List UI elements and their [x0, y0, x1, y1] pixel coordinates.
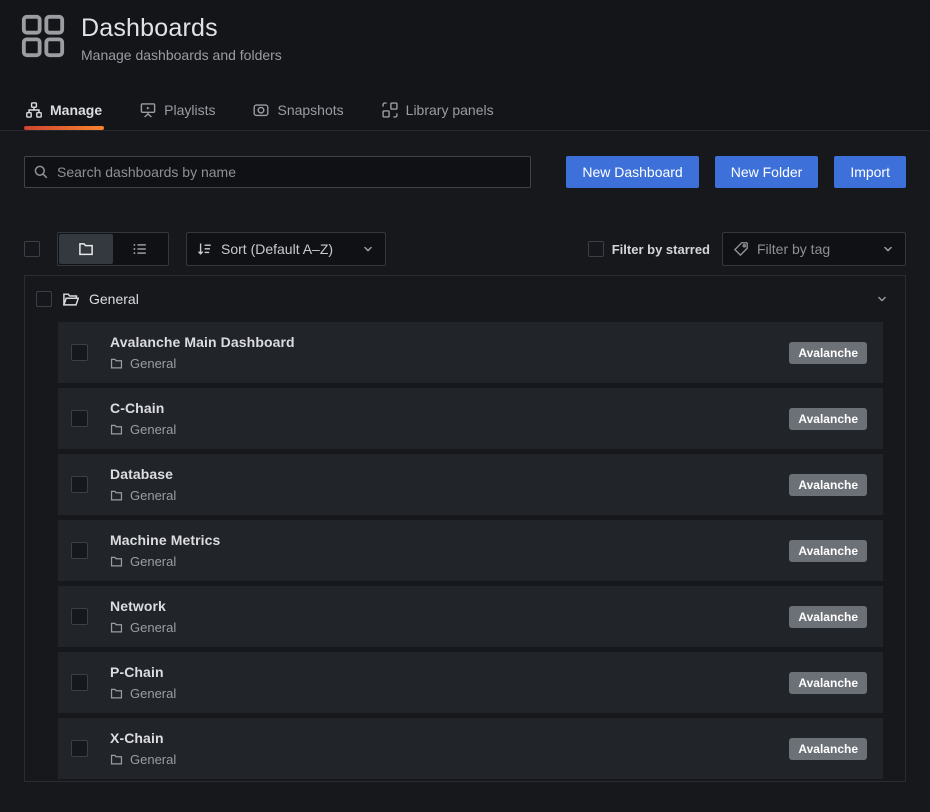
presentation-icon [140, 102, 156, 118]
dashboard-title[interactable]: Network [110, 598, 176, 614]
search-input[interactable] [57, 164, 522, 180]
tag-badge[interactable]: Avalanche [789, 738, 867, 760]
list-view-button[interactable] [113, 234, 167, 264]
folder-name: General [89, 291, 139, 307]
tab-manage[interactable]: Manage [24, 94, 104, 130]
folder-open-icon [62, 291, 79, 308]
filter-starred-checkbox[interactable] [588, 241, 604, 257]
dashboard-title[interactable]: X-Chain [110, 730, 176, 746]
tag-badge[interactable]: Avalanche [789, 408, 867, 430]
dashboard-row[interactable]: C-Chain General Avalanche [58, 388, 883, 449]
tag-badge[interactable]: Avalanche [789, 606, 867, 628]
sitemap-icon [26, 102, 42, 118]
dashboard-folder: General [130, 356, 176, 371]
select-all-checkbox[interactable] [24, 241, 40, 257]
page-header: Dashboards Manage dashboards and folders… [0, 0, 930, 131]
dashboards-section: General Avalanche Main Dashboard General [24, 275, 906, 782]
camera-icon [253, 102, 269, 118]
dashboard-folder: General [130, 422, 176, 437]
tab-snapshots[interactable]: Snapshots [251, 94, 345, 130]
library-panel-icon [382, 102, 398, 118]
tag-badge[interactable]: Avalanche [789, 342, 867, 364]
tag-badge[interactable]: Avalanche [789, 540, 867, 562]
folder-icon [110, 489, 123, 502]
dashboard-title[interactable]: Database [110, 466, 176, 482]
row-checkbox[interactable] [71, 542, 88, 559]
folder-icon [78, 241, 94, 257]
tab-label: Library panels [406, 102, 494, 118]
row-checkbox[interactable] [71, 344, 88, 361]
tab-label: Playlists [164, 102, 215, 118]
new-folder-button[interactable]: New Folder [715, 156, 819, 188]
dashboard-row[interactable]: Network General Avalanche [58, 586, 883, 647]
dashboard-row[interactable]: Database General Avalanche [58, 454, 883, 515]
apps-icon [20, 13, 66, 63]
dashboard-title[interactable]: P-Chain [110, 664, 176, 680]
folder-icon [110, 621, 123, 634]
dashboard-rows: Avalanche Main Dashboard General Avalanc… [25, 322, 905, 782]
search-icon [33, 164, 49, 180]
folder-checkbox[interactable] [36, 291, 52, 307]
dashboard-row[interactable]: P-Chain General Avalanche [58, 652, 883, 713]
tag-icon [733, 241, 749, 257]
dashboard-folder: General [130, 752, 176, 767]
sort-select[interactable]: Sort (Default A–Z) [186, 232, 386, 266]
sort-select-value: Sort (Default A–Z) [221, 241, 333, 257]
page-title: Dashboards [81, 13, 282, 43]
view-toggle [57, 232, 169, 266]
active-tab-underline [24, 126, 104, 130]
folder-icon [110, 357, 123, 370]
row-checkbox[interactable] [71, 740, 88, 757]
chevron-down-icon[interactable] [875, 292, 889, 306]
content: New Dashboard New Folder Import [0, 156, 930, 782]
sort-amount-icon [197, 241, 213, 257]
dashboard-title[interactable]: Avalanche Main Dashboard [110, 334, 295, 350]
folder-view-button[interactable] [59, 234, 113, 264]
dashboard-title[interactable]: Machine Metrics [110, 532, 220, 548]
folder-icon [110, 753, 123, 766]
folder-icon [110, 687, 123, 700]
list-icon [132, 241, 148, 257]
row-checkbox[interactable] [71, 608, 88, 625]
dashboard-folder: General [130, 620, 176, 635]
row-checkbox[interactable] [71, 674, 88, 691]
tab-bar: Manage Playlists Snapshots [0, 94, 930, 130]
tag-badge[interactable]: Avalanche [789, 672, 867, 694]
filter-row: Sort (Default A–Z) Filter by starred Fil… [24, 232, 906, 266]
dashboard-row[interactable]: X-Chain General Avalanche [58, 718, 883, 779]
new-dashboard-button[interactable]: New Dashboard [566, 156, 698, 188]
chevron-down-icon [361, 242, 375, 256]
tab-label: Manage [50, 102, 102, 118]
dashboard-row[interactable]: Avalanche Main Dashboard General Avalanc… [58, 322, 883, 383]
dashboard-folder: General [130, 686, 176, 701]
filter-starred-label[interactable]: Filter by starred [612, 242, 710, 257]
search-box [24, 156, 531, 188]
dashboard-folder: General [130, 554, 176, 569]
folder-icon [110, 555, 123, 568]
filter-tag-select[interactable]: Filter by tag [722, 232, 906, 266]
tag-badge[interactable]: Avalanche [789, 474, 867, 496]
filter-starred-group: Filter by starred [588, 241, 710, 257]
tab-label: Snapshots [277, 102, 343, 118]
tab-playlists[interactable]: Playlists [138, 94, 217, 130]
page-subtitle: Manage dashboards and folders [81, 47, 282, 63]
chevron-down-icon [881, 242, 895, 256]
dashboard-row[interactable]: Machine Metrics General Avalanche [58, 520, 883, 581]
dashboard-folder: General [130, 488, 176, 503]
dashboard-title[interactable]: C-Chain [110, 400, 176, 416]
row-checkbox[interactable] [71, 476, 88, 493]
folder-section-header[interactable]: General [25, 276, 905, 322]
tab-library-panels[interactable]: Library panels [380, 94, 496, 130]
row-checkbox[interactable] [71, 410, 88, 427]
folder-icon [110, 423, 123, 436]
filter-tag-value: Filter by tag [757, 241, 830, 257]
actions-row: New Dashboard New Folder Import [24, 156, 906, 188]
import-button[interactable]: Import [834, 156, 906, 188]
